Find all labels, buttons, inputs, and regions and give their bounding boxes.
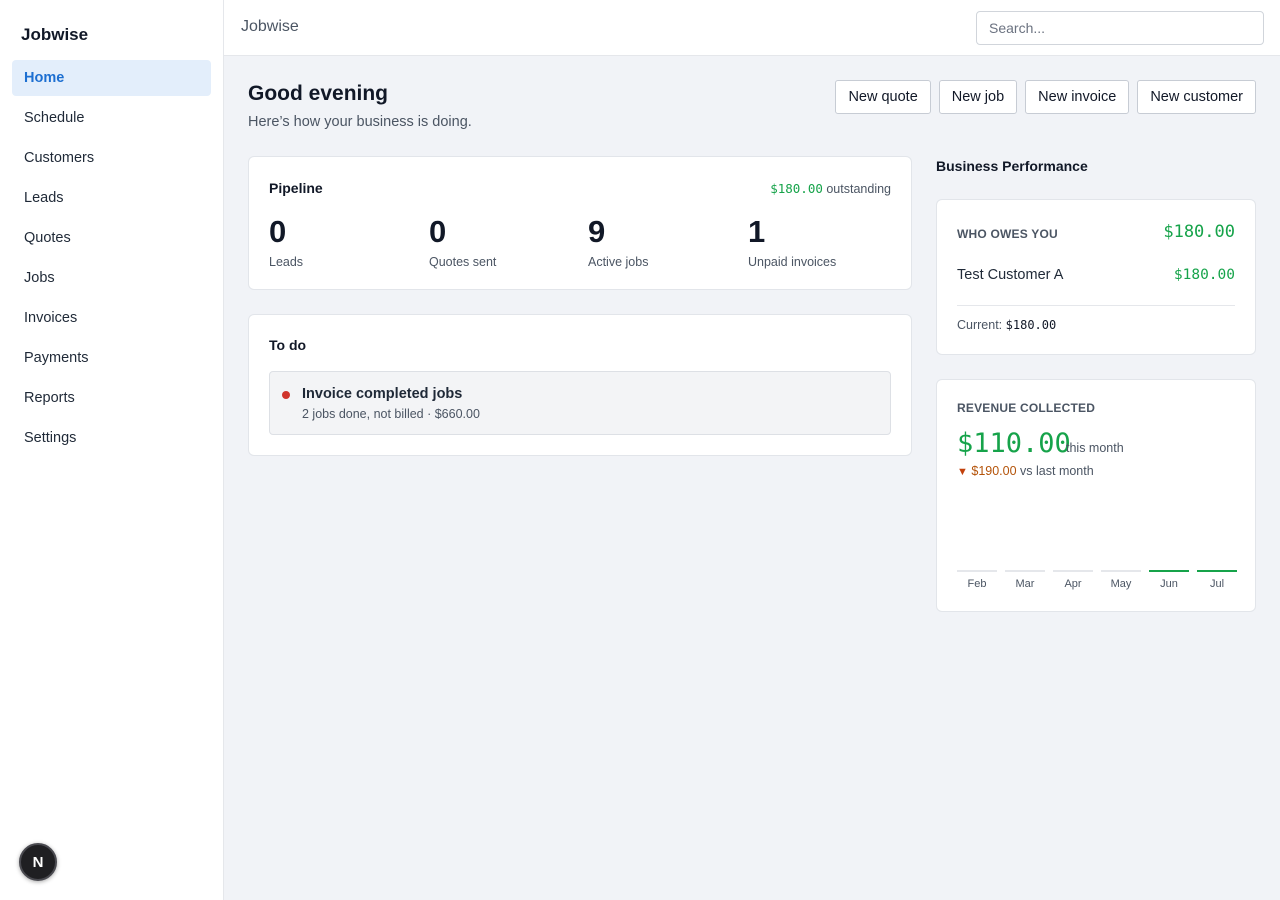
revenue-bar-jun <box>1149 570 1189 572</box>
revenue-bar-feb <box>957 570 997 572</box>
sidebar-item-invoices[interactable]: Invoices <box>12 300 211 336</box>
stat-label: Leads <box>269 255 304 269</box>
revenue-change-amount: $190.00 <box>971 464 1017 478</box>
revenue-bar-label: Jun <box>1160 578 1178 590</box>
sidebar-item-home[interactable]: Home <box>12 60 211 96</box>
revenue-bar-chart: Feb Mar Apr May Jun Jul <box>957 490 1237 590</box>
page-subtitle: Here’s how your business is doing. <box>248 114 472 130</box>
revenue-change-label: vs last month <box>1020 464 1094 478</box>
revenue-bar-apr <box>1053 570 1093 572</box>
sidebar-item-jobs[interactable]: Jobs <box>12 260 211 296</box>
revenue-change: ▼ $190.00 vs last month <box>957 464 1094 478</box>
pipeline-title: Pipeline <box>269 180 323 196</box>
who-owes-you-label: WHO OWES YOU <box>957 227 1058 241</box>
new-invoice-button[interactable]: New invoice <box>1025 80 1130 114</box>
revenue-bar-jul <box>1197 570 1237 572</box>
revenue-label: REVENUE COLLECTED <box>957 401 1096 415</box>
stat-active-jobs[interactable]: 9 Active jobs <box>588 214 738 270</box>
search-input[interactable] <box>976 11 1264 45</box>
top-bar: Jobwise <box>224 0 1280 56</box>
todo-item-title: Invoice completed jobs <box>302 386 463 402</box>
sidebar-item-quotes[interactable]: Quotes <box>12 220 211 256</box>
stat-value: 1 <box>748 214 766 249</box>
stat-label: Quotes sent <box>429 255 497 269</box>
revenue-bar-label: Apr <box>1064 578 1082 590</box>
header-title: Jobwise <box>241 18 299 35</box>
brand-logo[interactable]: Jobwise <box>21 25 88 45</box>
current-amount: $180.00 <box>1005 318 1057 332</box>
down-arrow-icon: ▼ <box>957 466 968 478</box>
revenue-amount: $110.00 <box>957 428 1071 459</box>
outstanding-label: outstanding <box>826 182 891 196</box>
new-job-button[interactable]: New job <box>938 80 1018 114</box>
revenue-bar-label: Mar <box>1015 578 1035 590</box>
stat-value: 9 <box>588 214 606 249</box>
todo-card: To do Invoice completed jobs 2 jobs done… <box>248 314 912 456</box>
debtor-amount: $180.00 <box>1173 267 1235 283</box>
revenue-bar-mar <box>1005 570 1045 572</box>
sidebar-item-schedule[interactable]: Schedule <box>12 100 211 136</box>
revenue-bar-label: May <box>1110 578 1132 590</box>
stat-label: Unpaid invoices <box>748 255 837 269</box>
outstanding-amount: $180.00 <box>770 181 823 196</box>
page-title: Good evening <box>248 82 389 105</box>
debtor-name[interactable]: Test Customer A <box>957 267 1063 283</box>
stat-quotes-sent[interactable]: 0 Quotes sent <box>429 214 579 270</box>
stat-unpaid-invoices[interactable]: 1 Unpaid invoices <box>748 214 898 270</box>
dev-tools-badge[interactable]: N <box>19 843 57 881</box>
divider <box>957 305 1235 306</box>
stat-value: 0 <box>269 214 287 249</box>
stat-label: Active jobs <box>588 255 649 269</box>
todo-item[interactable]: Invoice completed jobs 2 jobs done, not … <box>269 371 891 435</box>
sidebar: Jobwise Home Schedule Customers Leads Qu… <box>0 0 224 900</box>
revenue-card: REVENUE COLLECTED $110.00 this month ▼ $… <box>936 379 1256 612</box>
new-customer-button[interactable]: New customer <box>1137 80 1256 114</box>
revenue-bar-label: Feb <box>967 578 987 590</box>
quick-actions: New quote New job New invoice New custom… <box>835 80 1256 114</box>
who-owes-you-total: $180.00 <box>1163 222 1235 242</box>
sidebar-item-reports[interactable]: Reports <box>12 380 211 416</box>
new-quote-button[interactable]: New quote <box>835 80 931 114</box>
sidebar-item-settings[interactable]: Settings <box>12 420 211 456</box>
outstanding-summary: $180.00 outstanding <box>770 181 891 196</box>
todo-item-subtitle: 2 jobs done, not billed · $660.00 <box>302 407 480 421</box>
sidebar-item-leads[interactable]: Leads <box>12 180 211 216</box>
stat-leads[interactable]: 0 Leads <box>269 214 419 270</box>
sidebar-item-payments[interactable]: Payments <box>12 340 211 376</box>
alert-dot-icon <box>282 391 290 399</box>
sidebar-item-customers[interactable]: Customers <box>12 140 211 176</box>
revenue-suffix: this month <box>1066 441 1124 455</box>
revenue-bar-label: Jul <box>1209 578 1225 590</box>
performance-title: Business Performance <box>936 158 1088 174</box>
who-owes-you-card: WHO OWES YOU $180.00 Test Customer A $18… <box>936 199 1256 355</box>
current-summary: Current: $180.00 <box>957 318 1056 332</box>
todo-title: To do <box>269 337 307 353</box>
stat-value: 0 <box>429 214 447 249</box>
pipeline-card: Pipeline $180.00 outstanding 0 Leads 0 Q… <box>248 156 912 290</box>
sidebar-nav: Home Schedule Customers Leads Quotes Job… <box>12 60 211 460</box>
revenue-bar-may <box>1101 570 1141 572</box>
current-label: Current: <box>957 318 1003 332</box>
